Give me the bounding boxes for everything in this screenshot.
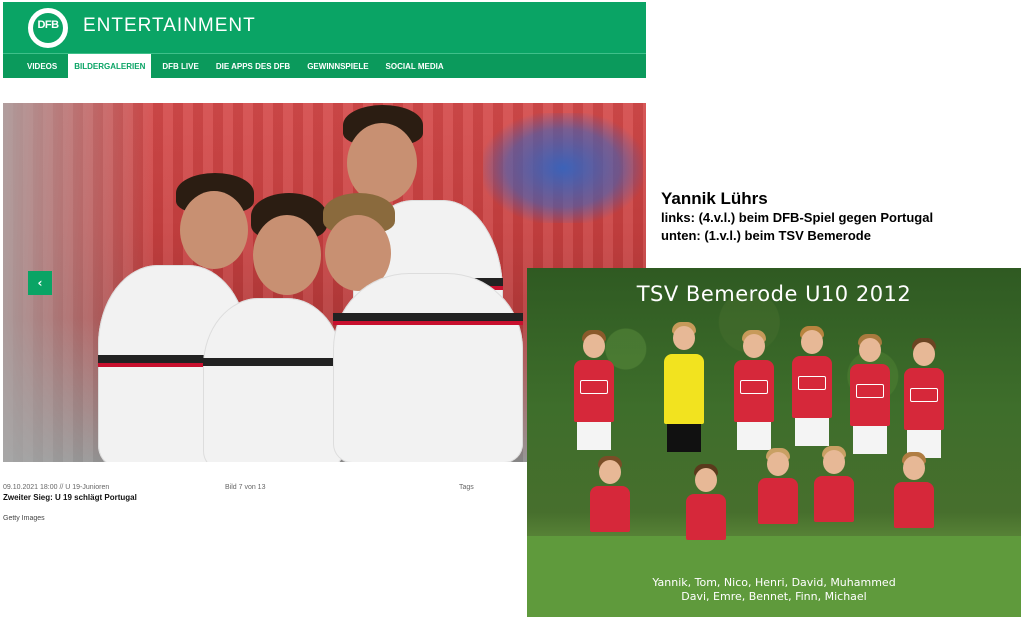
header-top-bar: DFB ENTERTAINMENT — [3, 2, 646, 52]
annotation-line-1: links: (4.v.l.) beim DFB-Spiel gegen Por… — [661, 210, 934, 225]
nav-item-apps[interactable]: DIE APPS DES DFB — [210, 54, 296, 79]
player-right — [303, 193, 533, 462]
nav-item-social-media[interactable]: SOCIAL MEDIA — [380, 54, 450, 79]
photo-counter: Bild 7 von 13 — [225, 484, 266, 491]
team-names-line-1: Yannik, Tom, Nico, Henri, David, Muhamme… — [652, 576, 896, 589]
team-photo: TSV Bemerode U10 2012 Yannik, Tom, Nico,… — [527, 268, 1021, 617]
team-photo-title: TSV Bemerode U10 2012 — [636, 282, 912, 306]
photo-credit: Getty Images — [3, 515, 45, 522]
main-nav: VIDEOS BILDERGALERIEN DFB LIVE DIE APPS … — [3, 53, 646, 79]
photo-date: 09.10.2021 18:00 // U 19-Junioren — [3, 484, 110, 491]
dfb-logo-text: DFB — [37, 19, 59, 31]
photo-title: Zweiter Sieg: U 19 schlägt Portugal — [3, 493, 137, 502]
chevron-left-icon[interactable]: ‹ — [28, 271, 52, 295]
nav-item-videos[interactable]: VIDEOS — [21, 54, 63, 79]
dfb-logo[interactable]: DFB — [28, 8, 68, 48]
team-names-line-2: Davi, Emre, Bennet, Finn, Michael — [681, 590, 867, 603]
nav-item-bildergalerien[interactable]: BILDERGALERIEN — [68, 54, 152, 79]
dfb-header: DFB ENTERTAINMENT VIDEOS BILDERGALERIEN … — [3, 2, 646, 79]
annotation-line-2: unten: (1.v.l.) beim TSV Bemerode — [661, 228, 871, 243]
section-title: ENTERTAINMENT — [83, 15, 256, 36]
tags-link[interactable]: Tags — [459, 484, 474, 491]
nav-item-dfb-live[interactable]: DFB LIVE — [156, 54, 204, 79]
nav-item-gewinnspiele[interactable]: GEWINNSPIELE — [301, 54, 374, 79]
dfb-logo-emblem: DFB — [33, 13, 63, 43]
annotation-name: Yannik Lührs — [661, 189, 768, 208]
